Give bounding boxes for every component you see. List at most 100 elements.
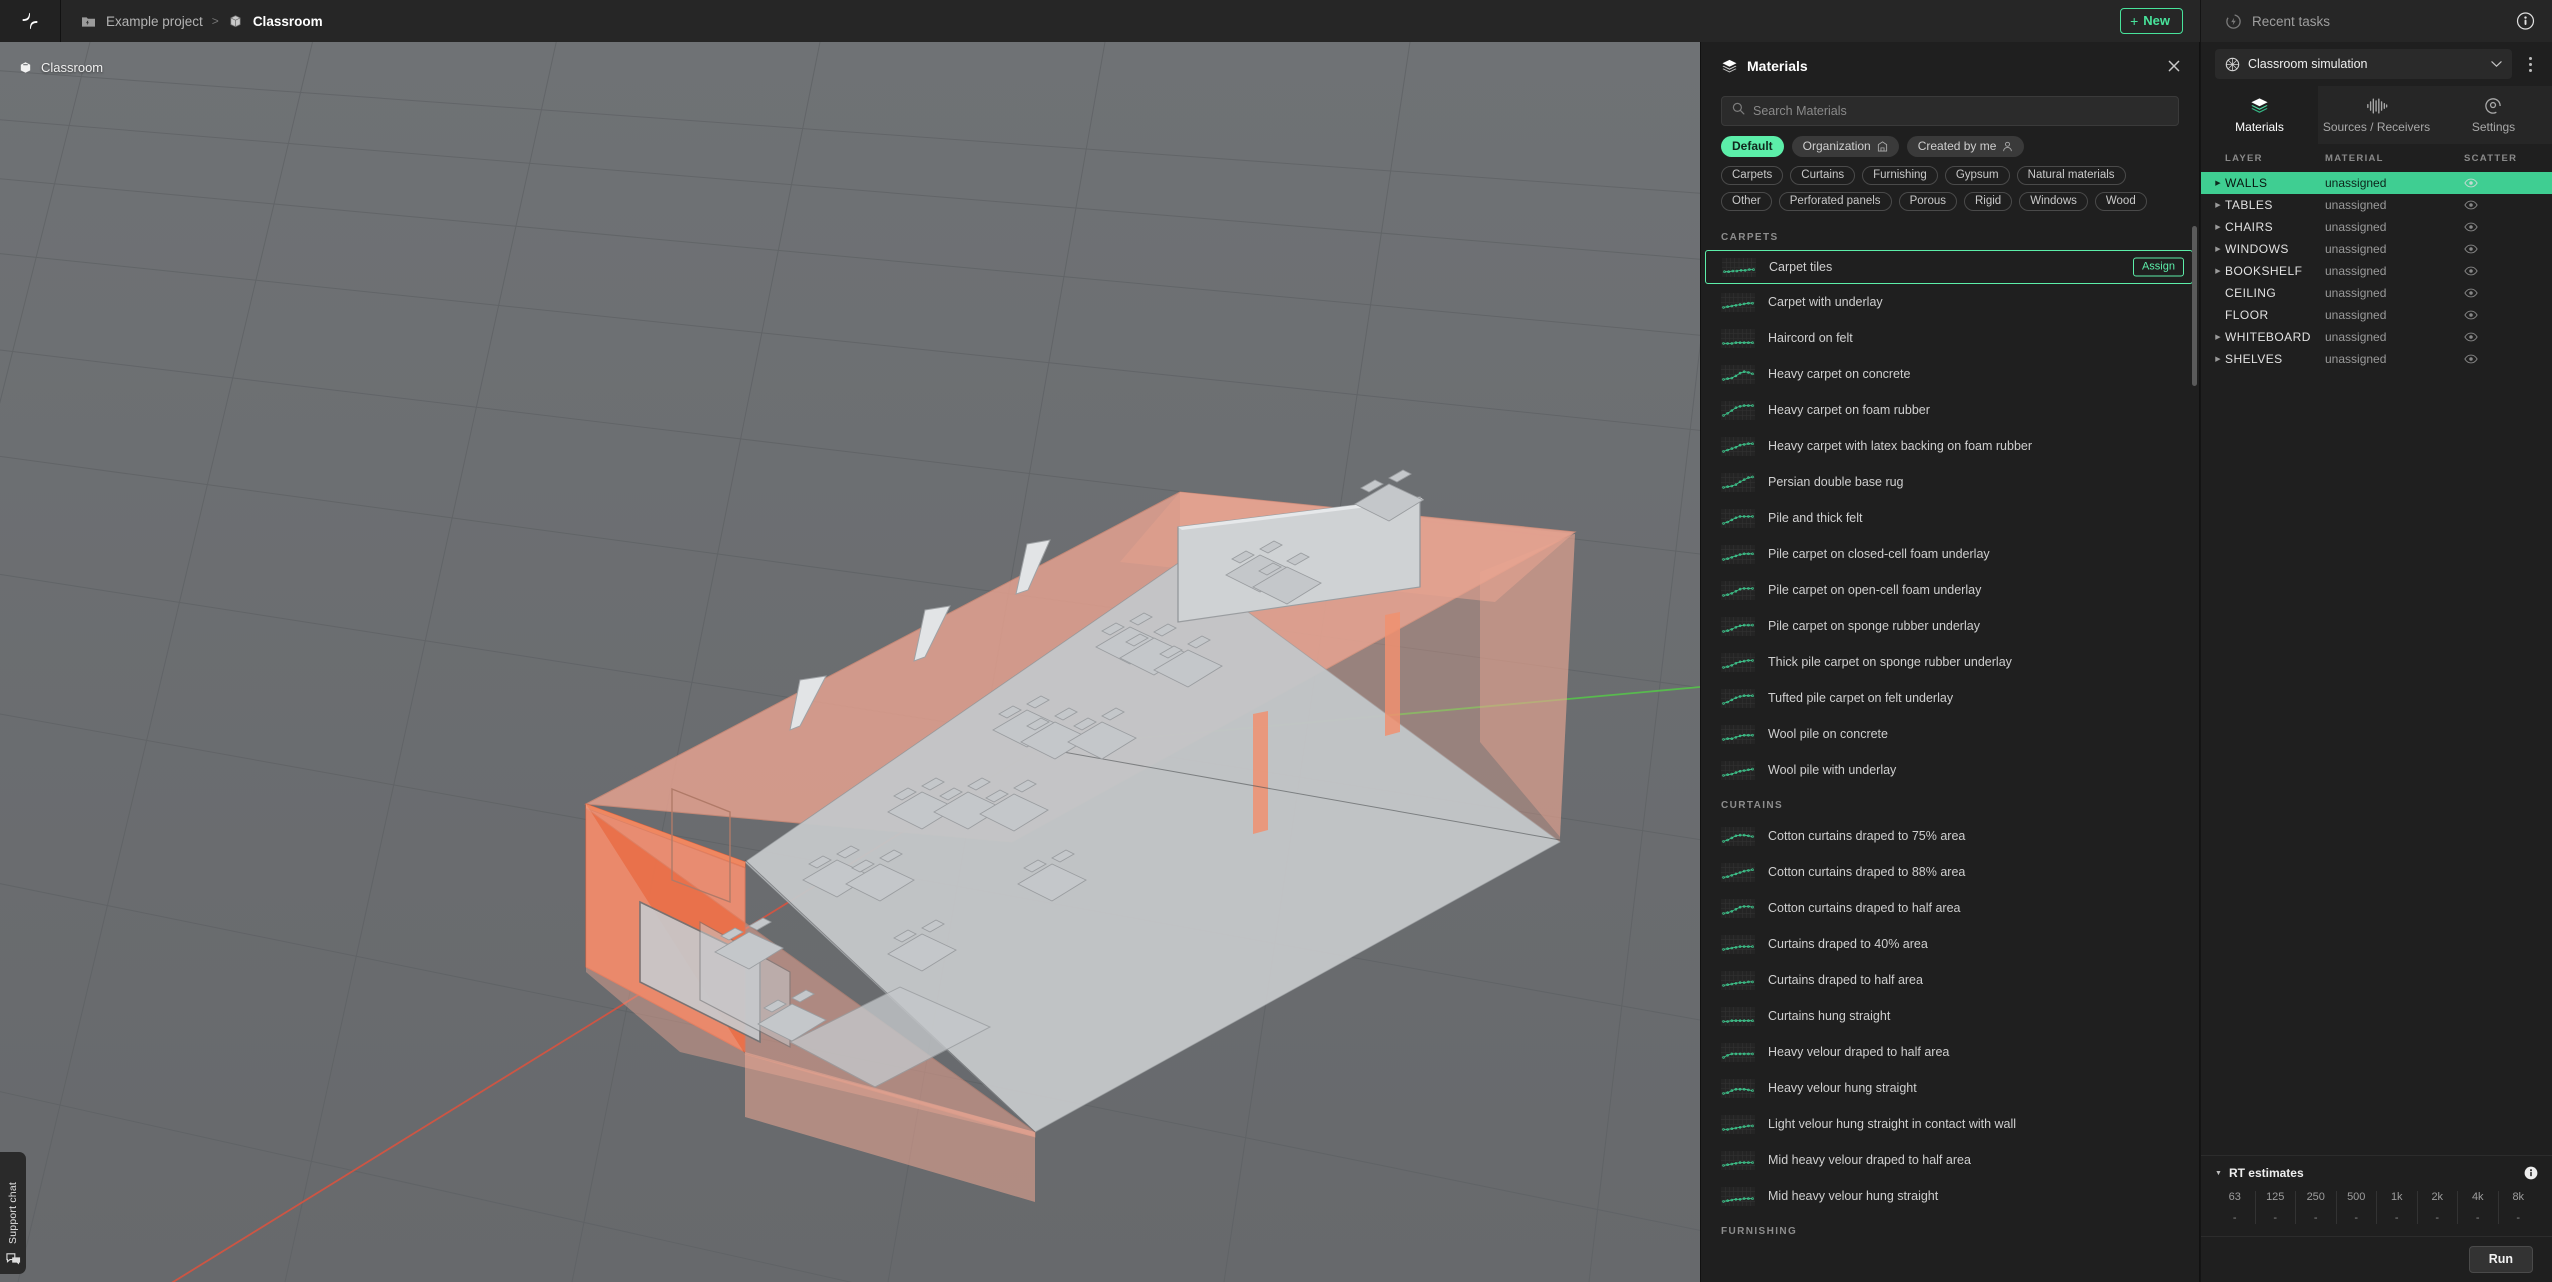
material-row[interactable]: Heavy carpet on concrete	[1701, 356, 2199, 392]
visibility-eye-icon[interactable]	[2464, 288, 2552, 298]
material-row[interactable]: Wool pile with underlay	[1701, 752, 2199, 788]
tab-sources-receivers[interactable]: Sources / Receivers	[2318, 86, 2435, 144]
tab-materials[interactable]: Materials	[2201, 86, 2318, 144]
scope-chip-created-by-me[interactable]: Created by me	[1906, 136, 2025, 157]
expand-caret-icon[interactable]: ▶	[2211, 267, 2225, 275]
assign-button[interactable]: Assign	[2132, 257, 2184, 277]
layer-list[interactable]: ▶ WALLS unassigned ▶ TABLES unassigned ▶ CHAIRS…	[2201, 172, 2552, 1155]
breadcrumb-project[interactable]: Example project	[106, 14, 203, 29]
layer-material-value[interactable]: unassigned	[2325, 242, 2464, 256]
material-row[interactable]: Carpet with underlay	[1701, 284, 2199, 320]
recent-tasks-region[interactable]: Recent tasks	[2200, 0, 2552, 42]
visibility-eye-icon[interactable]	[2464, 266, 2552, 276]
materials-scrollbar[interactable]	[2192, 226, 2197, 386]
category-chip-furnishing[interactable]: Furnishing	[1862, 166, 1938, 185]
visibility-eye-icon[interactable]	[2464, 178, 2552, 188]
visibility-eye-icon[interactable]	[2464, 332, 2552, 342]
support-chat-button[interactable]: Support chat	[0, 1152, 26, 1274]
layer-material-value[interactable]: unassigned	[2325, 220, 2464, 234]
close-icon[interactable]	[2164, 56, 2184, 76]
expand-caret-icon[interactable]: ▶	[2211, 333, 2225, 341]
category-chip-rigid[interactable]: Rigid	[1964, 192, 2013, 211]
material-row[interactable]: Heavy velour hung straight	[1701, 1070, 2199, 1106]
expand-caret-icon[interactable]: ▶	[2211, 179, 2225, 187]
rt-frequency-label: 63	[2228, 1191, 2241, 1203]
layer-material-value[interactable]: unassigned	[2325, 286, 2464, 300]
material-row[interactable]: Cotton curtains draped to 75% area	[1701, 818, 2199, 854]
expand-caret-icon[interactable]: ▶	[2211, 201, 2225, 209]
layer-row-shelves[interactable]: ▶ SHELVES unassigned	[2201, 348, 2552, 370]
material-row[interactable]: Persian double base rug	[1701, 464, 2199, 500]
material-row-selected[interactable]: Carpet tiles Assign	[1705, 250, 2193, 284]
material-row[interactable]: Mid heavy velour hung straight	[1701, 1178, 2199, 1214]
material-row[interactable]: Curtains draped to 40% area	[1701, 926, 2199, 962]
tab-settings[interactable]: Settings	[2435, 86, 2552, 144]
material-row[interactable]: Heavy carpet on foam rubber	[1701, 392, 2199, 428]
category-chip-perforated-panels[interactable]: Perforated panels	[1778, 192, 1892, 211]
layer-row-tables[interactable]: ▶ TABLES unassigned	[2201, 194, 2552, 216]
visibility-eye-icon[interactable]	[2464, 200, 2552, 210]
layer-row-windows[interactable]: ▶ WINDOWS unassigned	[2201, 238, 2552, 260]
category-chip-windows[interactable]: Windows	[2019, 192, 2088, 211]
material-row[interactable]: Light velour hung straight in contact wi…	[1701, 1106, 2199, 1142]
material-row[interactable]: Thick pile carpet on sponge rubber under…	[1701, 644, 2199, 680]
layer-material-value[interactable]: unassigned	[2325, 198, 2464, 212]
material-row[interactable]: Haircord on felt	[1701, 320, 2199, 356]
layer-material-value[interactable]: unassigned	[2325, 330, 2464, 344]
material-name: Pile carpet on sponge rubber underlay	[1768, 619, 1980, 633]
layer-row-bookshelf[interactable]: ▶ BOOKSHELF unassigned	[2201, 260, 2552, 282]
expand-caret-icon[interactable]: ▶	[2211, 223, 2225, 231]
category-chip-carpets[interactable]: Carpets	[1721, 166, 1784, 185]
material-row[interactable]: Wool pile on concrete	[1701, 716, 2199, 752]
visibility-eye-icon[interactable]	[2464, 354, 2552, 364]
material-row[interactable]: Cotton curtains draped to half area	[1701, 890, 2199, 926]
more-options-icon[interactable]	[2520, 52, 2540, 76]
layer-row-walls[interactable]: ▶ WALLS unassigned	[2201, 172, 2552, 194]
layer-material-value[interactable]: unassigned	[2325, 352, 2464, 366]
info-icon[interactable]	[2524, 1166, 2538, 1180]
simulation-selector[interactable]: Classroom simulation	[2215, 49, 2512, 79]
category-chip-wood[interactable]: Wood	[2094, 192, 2147, 211]
visibility-eye-icon[interactable]	[2464, 310, 2552, 320]
visibility-eye-icon[interactable]	[2464, 244, 2552, 254]
material-row[interactable]: Pile carpet on closed-cell foam underlay	[1701, 536, 2199, 572]
material-row[interactable]: Heavy velour draped to half area	[1701, 1034, 2199, 1070]
layer-row-chairs[interactable]: ▶ CHAIRS unassigned	[2201, 216, 2552, 238]
search-input[interactable]	[1753, 104, 2168, 118]
expand-caret-icon[interactable]: ▶	[2211, 245, 2225, 253]
material-row[interactable]: Curtains draped to half area	[1701, 962, 2199, 998]
layer-row-whiteboard[interactable]: ▶ WHITEBOARD unassigned	[2201, 326, 2552, 348]
category-chip-porous[interactable]: Porous	[1898, 192, 1957, 211]
material-row[interactable]: Mid heavy velour draped to half area	[1701, 1142, 2199, 1178]
scope-chip-organization[interactable]: Organization	[1791, 136, 1899, 157]
layer-material-value[interactable]: unassigned	[2325, 264, 2464, 278]
visibility-eye-icon[interactable]	[2464, 222, 2552, 232]
help-info-icon[interactable]	[2516, 12, 2535, 31]
category-chip-curtains[interactable]: Curtains	[1790, 166, 1856, 185]
layer-row-ceiling[interactable]: CEILING unassigned	[2201, 282, 2552, 304]
layer-material-value[interactable]: unassigned	[2325, 308, 2464, 322]
run-button[interactable]: Run	[2468, 1246, 2533, 1273]
rt-estimates-section: ▼ RT estimates 63-125-250-500-1k -2k -4k -8…	[2201, 1155, 2552, 1236]
materials-list[interactable]: CARPETS Carpet tiles Assign Carpet with u…	[1701, 220, 2199, 1282]
material-row[interactable]: Pile carpet on open-cell foam underlay	[1701, 572, 2199, 608]
viewport-3d[interactable]: Classroom Support chat	[0, 42, 1700, 1282]
material-row[interactable]: Tufted pile carpet on felt underlay	[1701, 680, 2199, 716]
category-chip-gypsum[interactable]: Gypsum	[1944, 166, 2010, 185]
material-row[interactable]: Pile and thick felt	[1701, 500, 2199, 536]
materials-search-box[interactable]	[1721, 96, 2179, 126]
material-row[interactable]: Curtains hung straight	[1701, 998, 2199, 1034]
material-row[interactable]: Pile carpet on sponge rubber underlay	[1701, 608, 2199, 644]
material-row[interactable]: Heavy carpet with latex backing on foam …	[1701, 428, 2199, 464]
new-button[interactable]: + New	[2120, 8, 2183, 34]
rt-estimates-header[interactable]: ▼ RT estimates	[2215, 1166, 2538, 1180]
layer-row-floor[interactable]: FLOOR unassigned	[2201, 304, 2552, 326]
scope-chip-default[interactable]: Default	[1721, 136, 1784, 157]
layer-material-value[interactable]: unassigned	[2325, 176, 2464, 190]
material-row[interactable]: Cotton curtains draped to 88% area	[1701, 854, 2199, 890]
app-logo[interactable]	[0, 0, 60, 42]
breadcrumb-current[interactable]: Classroom	[253, 14, 323, 29]
expand-caret-icon[interactable]: ▶	[2211, 355, 2225, 363]
category-chip-natural-materials[interactable]: Natural materials	[2016, 166, 2126, 185]
category-chip-other[interactable]: Other	[1721, 192, 1772, 211]
